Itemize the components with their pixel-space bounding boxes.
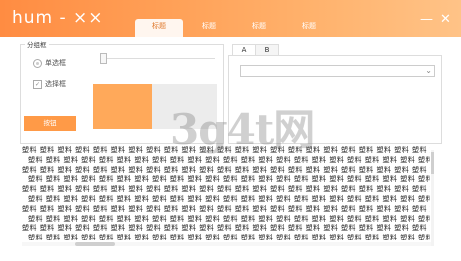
tab-3[interactable]: 标题 (235, 19, 283, 37)
text-line: 塑料 塑料 塑料 塑料 塑料 塑料 塑料 塑料 塑料 塑料 塑料 塑料 塑料 塑… (22, 224, 430, 233)
chevron-down-icon[interactable]: ⌄ (425, 66, 432, 76)
checkbox-icon[interactable]: ✓ (33, 79, 42, 89)
action-button[interactable]: 按钮 (24, 116, 76, 131)
radio-option[interactable]: 单选框 (33, 58, 66, 68)
text-line: 塑料 塑料 塑料 塑料 塑料 塑料 塑料 塑料 塑料 塑料 塑料 塑料 塑料 塑… (28, 194, 430, 203)
minimize-button[interactable]: — (420, 13, 433, 26)
group-box-legend: 分组框 (25, 39, 49, 49)
text-area[interactable]: 塑料 塑料 塑料 塑料 塑料 塑料 塑料 塑料 塑料 塑料 塑料 塑料 塑料 塑… (22, 146, 430, 240)
tab-2[interactable]: 标题 (185, 19, 233, 37)
dropdown-select[interactable]: ⌄ (240, 65, 435, 77)
close-button[interactable]: ✕ (440, 13, 451, 26)
tab-1[interactable]: 标题 (135, 19, 183, 37)
checkbox-label: 选择框 (45, 80, 66, 88)
vertical-scroll-thumb[interactable] (431, 152, 434, 174)
horizontal-scrollbar[interactable] (22, 242, 431, 246)
horizontal-scroll-thumb[interactable] (75, 242, 115, 246)
slider-track[interactable] (100, 58, 215, 59)
checkbox-option[interactable]: ✓ 选择框 (33, 79, 66, 89)
watermark: 3g4t网 (170, 105, 315, 154)
text-line: 塑料 塑料 塑料 塑料 塑料 塑料 塑料 塑料 塑料 塑料 塑料 塑料 塑料 塑… (28, 155, 430, 164)
text-line: 塑料 塑料 塑料 塑料 塑料 塑料 塑料 塑料 塑料 塑料 塑料 塑料 塑料 塑… (22, 204, 430, 213)
vertical-scrollbar[interactable] (431, 150, 434, 246)
text-line: 塑料 塑料 塑料 塑料 塑料 塑料 塑料 塑料 塑料 塑料 塑料 塑料 塑料 塑… (28, 175, 430, 184)
slider-thumb[interactable] (100, 53, 107, 64)
tab-4[interactable]: 标题 (285, 19, 333, 37)
app-title: hum - ×× (12, 8, 104, 28)
text-line: 塑料 塑料 塑料 塑料 塑料 塑料 塑料 塑料 塑料 塑料 塑料 塑料 塑料 塑… (22, 165, 430, 174)
text-line: 塑料 塑料 塑料 塑料 塑料 塑料 塑料 塑料 塑料 塑料 塑料 塑料 塑料 塑… (28, 234, 430, 240)
text-line: 塑料 塑料 塑料 塑料 塑料 塑料 塑料 塑料 塑料 塑料 塑料 塑料 塑料 塑… (22, 185, 430, 194)
color-swatch-orange (93, 84, 152, 129)
text-line: 塑料 塑料 塑料 塑料 塑料 塑料 塑料 塑料 塑料 塑料 塑料 塑料 塑料 塑… (28, 214, 430, 223)
title-bar: hum - ×× 标题 标题 标题 标题 — ✕ (0, 0, 461, 37)
radio-icon[interactable] (33, 58, 42, 68)
radio-label: 单选框 (45, 59, 66, 67)
